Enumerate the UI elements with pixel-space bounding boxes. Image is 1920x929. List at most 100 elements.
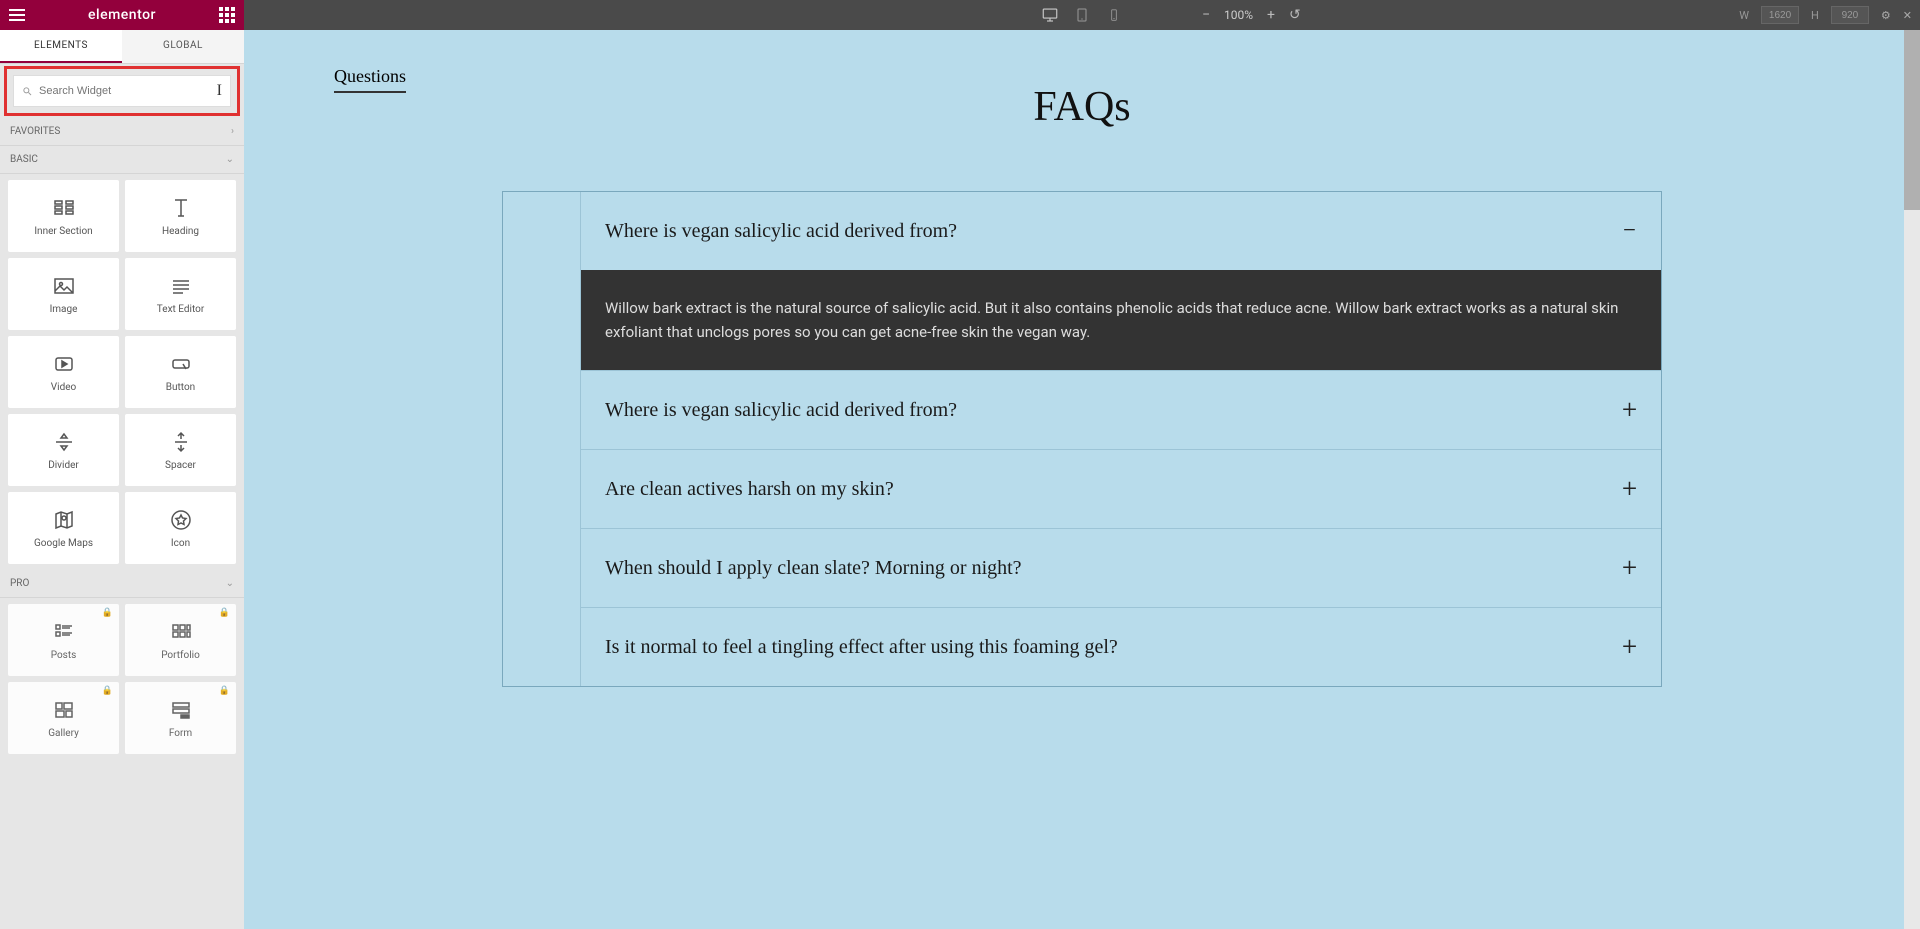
faq-item: Are clean actives harsh on my skin? +: [581, 450, 1661, 529]
faq-header[interactable]: Are clean actives harsh on my skin? +: [581, 450, 1661, 528]
widget-inner-section[interactable]: Inner Section: [8, 180, 119, 252]
widget-text-editor[interactable]: Text Editor: [125, 258, 236, 330]
height-input[interactable]: [1831, 6, 1869, 24]
expand-icon[interactable]: +: [1622, 397, 1637, 423]
widget-label: Icon: [171, 538, 190, 549]
panel-tabs: ELEMENTS GLOBAL: [0, 30, 244, 64]
questions-label: Questions: [334, 66, 406, 93]
widget-label: Google Maps: [34, 538, 93, 549]
widget-image[interactable]: Image: [8, 258, 119, 330]
video-icon: [52, 352, 76, 376]
section-favorites[interactable]: FAVORITES ›: [0, 118, 244, 146]
section-basic[interactable]: BASIC ⌄: [0, 146, 244, 174]
posts-icon: [52, 620, 76, 644]
expand-icon[interactable]: +: [1622, 555, 1637, 581]
widget-label: Video: [51, 382, 76, 393]
faq-left-column: [503, 192, 581, 686]
faq-header[interactable]: Is it normal to feel a tingling effect a…: [581, 608, 1661, 686]
mobile-icon[interactable]: [1105, 6, 1123, 24]
faq-question: When should I apply clean slate? Morning…: [605, 557, 1022, 580]
widget-posts[interactable]: 🔒 Posts: [8, 604, 119, 676]
chevron-down-icon: ⌄: [226, 154, 234, 165]
height-label: H: [1811, 9, 1819, 22]
faq-header[interactable]: Where is vegan salicylic acid derived fr…: [581, 192, 1661, 270]
form-icon: [169, 698, 193, 722]
columns-icon: [52, 196, 76, 220]
faq-items: Where is vegan salicylic acid derived fr…: [581, 192, 1661, 686]
widget-label: Divider: [48, 460, 79, 471]
widget-google-maps[interactable]: Google Maps: [8, 492, 119, 564]
search-highlight-box: I: [4, 66, 240, 116]
chevron-right-icon: ›: [231, 126, 234, 137]
faq-header[interactable]: When should I apply clean slate? Morning…: [581, 529, 1661, 607]
image-icon: [52, 274, 76, 298]
widget-label: Form: [169, 728, 192, 739]
widget-label: Gallery: [48, 728, 79, 739]
faq-question: Is it normal to feel a tingling effect a…: [605, 636, 1118, 659]
gallery-icon: [52, 698, 76, 722]
expand-icon[interactable]: +: [1622, 634, 1637, 660]
tab-elements[interactable]: ELEMENTS: [0, 30, 122, 63]
menu-icon[interactable]: [8, 6, 26, 24]
widget-label: Portfolio: [161, 650, 200, 661]
collapse-icon[interactable]: −: [1622, 218, 1637, 244]
heading-icon: [169, 196, 193, 220]
sidebar-header: elementor: [0, 0, 244, 30]
map-icon: [52, 508, 76, 532]
width-input[interactable]: [1761, 6, 1799, 24]
text-cursor-icon: I: [217, 82, 222, 100]
pro-widgets-grid: 🔒 Posts 🔒 Portfolio 🔒 Gallery 🔒 Form: [0, 598, 244, 760]
editor-canvas[interactable]: Questions FAQs Where is vegan salicylic …: [244, 30, 1920, 929]
lock-icon: 🔒: [219, 686, 230, 696]
widget-divider[interactable]: Divider: [8, 414, 119, 486]
faq-title: FAQs: [274, 83, 1890, 131]
zoom-level: 100%: [1224, 8, 1253, 22]
widget-heading[interactable]: Heading: [125, 180, 236, 252]
text-lines-icon: [169, 274, 193, 298]
zoom-in-button[interactable]: +: [1267, 7, 1275, 23]
tablet-icon[interactable]: [1073, 6, 1091, 24]
scrollbar-thumb[interactable]: [1904, 30, 1920, 210]
scrollbar-track[interactable]: [1904, 30, 1920, 929]
widget-portfolio[interactable]: 🔒 Portfolio: [125, 604, 236, 676]
widget-label: Inner Section: [34, 226, 92, 237]
device-switcher: [1041, 6, 1123, 24]
zoom-out-button[interactable]: −: [1202, 7, 1210, 23]
faq-item: Is it normal to feel a tingling effect a…: [581, 608, 1661, 686]
basic-widgets-grid: Inner Section Heading Image Text Editor …: [0, 174, 244, 570]
faq-answer: Willow bark extract is the natural sourc…: [581, 270, 1661, 370]
widget-label: Posts: [51, 650, 77, 661]
widget-label: Text Editor: [157, 304, 204, 315]
settings-icon[interactable]: ⚙: [1881, 9, 1891, 22]
widget-video[interactable]: Video: [8, 336, 119, 408]
faq-header[interactable]: Where is vegan salicylic acid derived fr…: [581, 371, 1661, 449]
faq-question: Where is vegan salicylic acid derived fr…: [605, 220, 957, 243]
widget-label: Button: [166, 382, 195, 393]
chevron-down-icon: ⌄: [226, 578, 234, 589]
search-box[interactable]: I: [13, 75, 231, 107]
section-favorites-label: FAVORITES: [10, 126, 60, 137]
widget-icon[interactable]: Icon: [125, 492, 236, 564]
widget-form[interactable]: 🔒 Form: [125, 682, 236, 754]
section-pro[interactable]: PRO ⌄: [0, 570, 244, 598]
close-icon[interactable]: ✕: [1903, 9, 1912, 22]
spacer-icon: [169, 430, 193, 454]
tab-global[interactable]: GLOBAL: [122, 30, 244, 63]
faq-item: Where is vegan salicylic acid derived fr…: [581, 371, 1661, 450]
widget-button[interactable]: Button: [125, 336, 236, 408]
lock-icon: 🔒: [102, 686, 113, 696]
desktop-icon[interactable]: [1041, 6, 1059, 24]
divider-icon: [52, 430, 76, 454]
widget-spacer[interactable]: Spacer: [125, 414, 236, 486]
star-icon: [169, 508, 193, 532]
widget-label: Heading: [162, 226, 199, 237]
button-icon: [169, 352, 193, 376]
apps-grid-icon[interactable]: [218, 6, 236, 24]
zoom-reset-icon[interactable]: ↺: [1289, 7, 1301, 23]
faq-container[interactable]: Where is vegan salicylic acid derived fr…: [502, 191, 1662, 687]
expand-icon[interactable]: +: [1622, 476, 1637, 502]
faq-item: When should I apply clean slate? Morning…: [581, 529, 1661, 608]
width-label: W: [1739, 9, 1749, 22]
widget-gallery[interactable]: 🔒 Gallery: [8, 682, 119, 754]
search-input[interactable]: [39, 85, 217, 97]
